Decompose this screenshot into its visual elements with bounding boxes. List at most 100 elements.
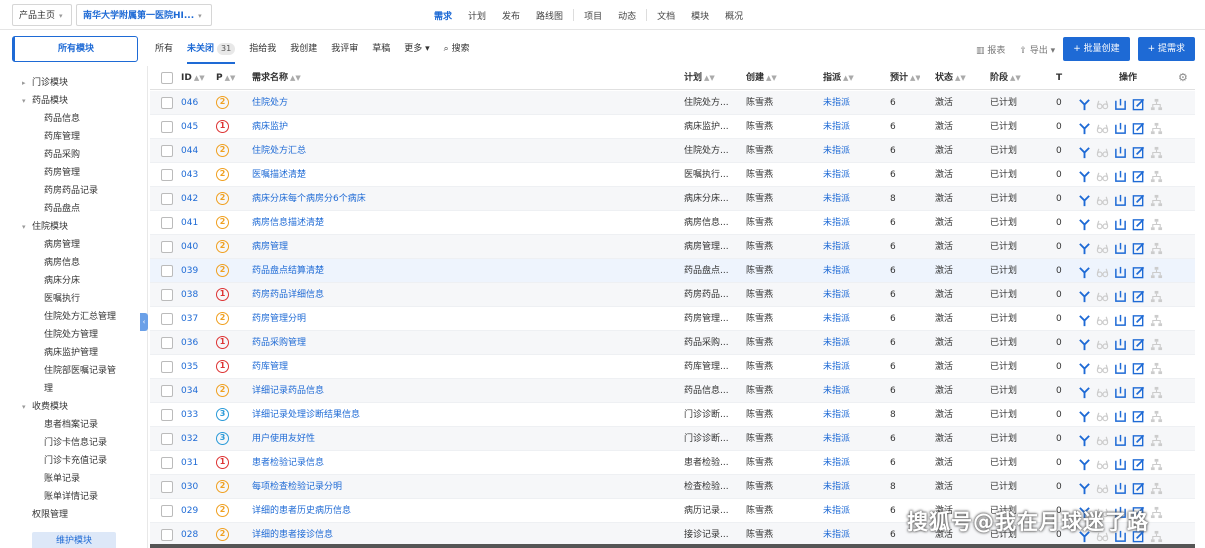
glasses-icon[interactable] bbox=[1096, 313, 1109, 326]
nav-item-3[interactable]: 路线图 bbox=[536, 9, 563, 22]
edit-icon[interactable] bbox=[1132, 337, 1145, 350]
glasses-icon[interactable] bbox=[1096, 409, 1109, 422]
horizontal-scrollbar[interactable] bbox=[150, 544, 1195, 548]
table-row[interactable]: 035 1 药库管理 药库管理... 陈雪燕 未指派 6 激活 已计划 0 bbox=[150, 355, 1195, 379]
table-row[interactable]: 033 3 详细记录处理诊断结果信息 门诊诊断... 陈雪燕 未指派 8 激活 已计划 0 bbox=[150, 403, 1195, 427]
sitemap-icon[interactable] bbox=[1150, 169, 1163, 182]
sitemap-icon[interactable] bbox=[1150, 121, 1163, 134]
sitemap-icon[interactable] bbox=[1150, 337, 1163, 350]
close-story-icon[interactable] bbox=[1114, 409, 1127, 422]
close-story-icon[interactable] bbox=[1114, 433, 1127, 446]
story-id-link[interactable]: 034 bbox=[181, 379, 211, 403]
table-row[interactable]: 030 2 每项检查检验记录分明 检查检验... 陈雪燕 未指派 8 激活 已计划 0 bbox=[150, 475, 1195, 499]
story-id-link[interactable]: 033 bbox=[181, 403, 211, 427]
tab-4[interactable]: 我评审 bbox=[331, 34, 358, 64]
split-icon[interactable] bbox=[1078, 289, 1091, 302]
nav-item-6[interactable]: 文档 bbox=[657, 9, 675, 22]
split-icon[interactable] bbox=[1078, 169, 1091, 182]
story-name-link[interactable]: 患者检验记录信息 bbox=[252, 451, 672, 475]
close-story-icon[interactable] bbox=[1114, 217, 1127, 230]
edit-icon[interactable] bbox=[1132, 145, 1145, 158]
table-row[interactable]: 045 1 病床监护 病床监护... 陈雪燕 未指派 6 激活 已计划 0 bbox=[150, 115, 1195, 139]
edit-icon[interactable] bbox=[1132, 217, 1145, 230]
close-story-icon[interactable] bbox=[1114, 121, 1127, 134]
assign-link[interactable]: 未指派 bbox=[823, 115, 883, 139]
story-name-link[interactable]: 详细记录处理诊断结果信息 bbox=[252, 403, 672, 427]
sitemap-icon[interactable] bbox=[1150, 529, 1163, 542]
close-story-icon[interactable] bbox=[1114, 361, 1127, 374]
row-checkbox[interactable] bbox=[161, 385, 173, 397]
sidebar-item-24[interactable]: 权限管理 bbox=[12, 506, 138, 524]
row-checkbox[interactable] bbox=[161, 193, 173, 205]
sidebar-item-17[interactable]: 理 bbox=[12, 380, 138, 398]
sitemap-icon[interactable] bbox=[1150, 433, 1163, 446]
row-checkbox[interactable] bbox=[161, 97, 173, 109]
nav-item-0[interactable]: 需求 bbox=[434, 9, 452, 22]
assign-link[interactable]: 未指派 bbox=[823, 403, 883, 427]
sidebar-item-19[interactable]: 患者档案记录 bbox=[12, 416, 138, 434]
nav-item-4[interactable]: 项目 bbox=[584, 9, 602, 22]
split-icon[interactable] bbox=[1078, 481, 1091, 494]
story-name-link[interactable]: 每项检查检验记录分明 bbox=[252, 475, 672, 499]
sitemap-icon[interactable] bbox=[1150, 241, 1163, 254]
story-name-link[interactable]: 药房药品详细信息 bbox=[252, 283, 672, 307]
nav-item-8[interactable]: 概况 bbox=[725, 9, 743, 22]
split-icon[interactable] bbox=[1078, 385, 1091, 398]
story-name-link[interactable]: 病房管理 bbox=[252, 235, 672, 259]
split-icon[interactable] bbox=[1078, 337, 1091, 350]
assign-link[interactable]: 未指派 bbox=[823, 355, 883, 379]
story-id-link[interactable]: 032 bbox=[181, 427, 211, 451]
story-name-link[interactable]: 病床监护 bbox=[252, 115, 672, 139]
assign-link[interactable]: 未指派 bbox=[823, 427, 883, 451]
header-name[interactable]: 需求名称 ▲▼ bbox=[252, 66, 452, 90]
table-row[interactable]: 038 1 药房药品详细信息 药房药品... 陈雪燕 未指派 6 激活 已计划 0 bbox=[150, 283, 1195, 307]
story-name-link[interactable]: 住院处方 bbox=[252, 91, 672, 115]
chevron-down-icon[interactable]: ▾ bbox=[22, 218, 32, 236]
sitemap-icon[interactable] bbox=[1150, 481, 1163, 494]
table-row[interactable]: 037 2 药房管理分明 药房管理... 陈雪燕 未指派 6 激活 已计划 0 bbox=[150, 307, 1195, 331]
row-checkbox[interactable] bbox=[161, 217, 173, 229]
header-creator[interactable]: 创建 ▲▼ bbox=[746, 66, 816, 90]
story-id-link[interactable]: 036 bbox=[181, 331, 211, 355]
assign-link[interactable]: 未指派 bbox=[823, 451, 883, 475]
sidebar-item-6[interactable]: 药房药品记录 bbox=[12, 182, 138, 200]
sidebar-item-8[interactable]: ▾ 住院模块 bbox=[12, 218, 138, 236]
row-checkbox[interactable] bbox=[161, 313, 173, 325]
table-row[interactable]: 034 2 详细记录药品信息 药品信息... 陈雪燕 未指派 6 激活 已计划 0 bbox=[150, 379, 1195, 403]
sitemap-icon[interactable] bbox=[1150, 265, 1163, 278]
glasses-icon[interactable] bbox=[1096, 145, 1109, 158]
glasses-icon[interactable] bbox=[1096, 193, 1109, 206]
story-id-link[interactable]: 031 bbox=[181, 451, 211, 475]
sidebar-item-10[interactable]: 病房信息 bbox=[12, 254, 138, 272]
product-home-dropdown[interactable]: 产品主页 ▾ bbox=[12, 4, 72, 26]
header-status[interactable]: 状态 ▲▼ bbox=[935, 66, 985, 90]
table-row[interactable]: 036 1 药品采购管理 药品采购... 陈雪燕 未指派 6 激活 已计划 0 bbox=[150, 331, 1195, 355]
table-row[interactable]: 032 3 用户使用友好性 门诊诊断... 陈雪燕 未指派 6 激活 已计划 0 bbox=[150, 427, 1195, 451]
row-checkbox[interactable] bbox=[161, 169, 173, 181]
sidebar-item-22[interactable]: 账单记录 bbox=[12, 470, 138, 488]
sitemap-icon[interactable] bbox=[1150, 385, 1163, 398]
sidebar-item-4[interactable]: 药品采购 bbox=[12, 146, 138, 164]
table-row[interactable]: 042 2 病床分床每个病房分6个病床 病床分床... 陈雪燕 未指派 8 激活 已计划 0 bbox=[150, 187, 1195, 211]
edit-icon[interactable] bbox=[1132, 289, 1145, 302]
split-icon[interactable] bbox=[1078, 193, 1091, 206]
glasses-icon[interactable] bbox=[1096, 217, 1109, 230]
tab-7[interactable]: ⌕ 搜索 bbox=[444, 34, 470, 64]
chevron-down-icon[interactable]: ▾ bbox=[22, 92, 32, 110]
edit-icon[interactable] bbox=[1132, 97, 1145, 110]
story-id-link[interactable]: 039 bbox=[181, 259, 211, 283]
story-id-link[interactable]: 038 bbox=[181, 283, 211, 307]
split-icon[interactable] bbox=[1078, 97, 1091, 110]
report-button[interactable]: ▥ 报表 bbox=[976, 43, 1005, 56]
story-name-link[interactable]: 医嘱描述清楚 bbox=[252, 163, 672, 187]
assign-link[interactable]: 未指派 bbox=[823, 259, 883, 283]
tab-2[interactable]: 指给我 bbox=[249, 34, 276, 64]
sidebar-item-2[interactable]: 药品信息 bbox=[12, 110, 138, 128]
sidebar-item-0[interactable]: ▸ 门诊模块 bbox=[12, 74, 138, 92]
story-id-link[interactable]: 037 bbox=[181, 307, 211, 331]
row-checkbox[interactable] bbox=[161, 361, 173, 373]
split-icon[interactable] bbox=[1078, 217, 1091, 230]
story-id-link[interactable]: 040 bbox=[181, 235, 211, 259]
glasses-icon[interactable] bbox=[1096, 97, 1109, 110]
sitemap-icon[interactable] bbox=[1150, 505, 1163, 518]
